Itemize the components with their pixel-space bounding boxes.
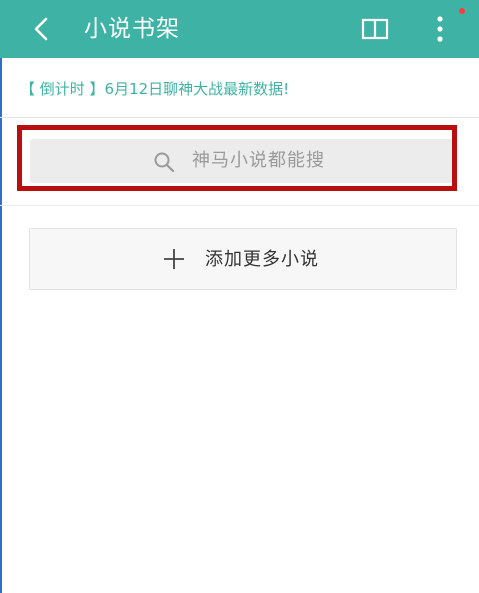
notification-dot (459, 8, 465, 14)
vertical-dots-icon (437, 16, 443, 42)
divider (0, 117, 479, 118)
top-app-bar: 小说书架 (0, 0, 479, 58)
chevron-left-icon (34, 17, 48, 41)
open-book-icon (361, 18, 389, 40)
plus-icon (162, 247, 186, 271)
search-placeholder: 神马小说都能搜 (192, 150, 325, 171)
more-options-button[interactable] (430, 12, 450, 46)
add-more-novels-label: 添加更多小说 (205, 249, 319, 270)
bookshelf-view-button[interactable] (360, 15, 390, 43)
search-icon (153, 151, 175, 173)
divider (0, 205, 479, 206)
back-button[interactable] (28, 15, 56, 43)
page-title: 小说书架 (84, 16, 180, 42)
countdown-notice-link[interactable]: 【 倒计时 】6月12日聊神大战最新数据! (20, 79, 289, 99)
window-left-border (0, 0, 2, 593)
